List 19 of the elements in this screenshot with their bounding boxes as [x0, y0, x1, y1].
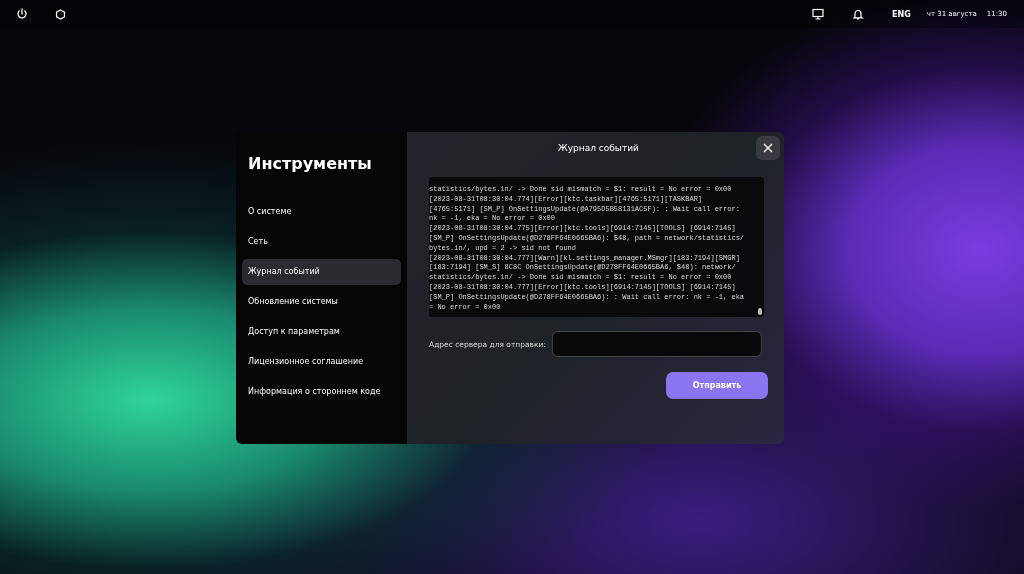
monitor-icon[interactable]: [812, 8, 825, 20]
power-icon[interactable]: [16, 8, 28, 20]
sidebar-item[interactable]: Журнал событий: [242, 259, 401, 285]
sidebar-item[interactable]: Сеть: [242, 229, 401, 255]
sidebar-item[interactable]: Доступ к параметрам: [242, 319, 401, 345]
sidebar-item[interactable]: Обновление системы: [242, 289, 401, 315]
server-address-field[interactable]: [551, 331, 762, 357]
dialog-title: Журнал событий: [557, 143, 640, 155]
send-button[interactable]: Отправить: [666, 372, 768, 399]
language-indicator[interactable]: ENG: [892, 9, 911, 19]
sidebar-item[interactable]: Информация о стороннем коде: [242, 379, 401, 405]
scrollbar-thumb[interactable]: [758, 308, 762, 315]
bell-icon[interactable]: [852, 8, 865, 20]
hexagon-icon[interactable]: [55, 8, 66, 20]
close-button[interactable]: [756, 136, 780, 160]
sidebar-item[interactable]: О системе: [242, 199, 401, 225]
close-icon[interactable]: [763, 143, 773, 153]
sidebar-title: Инструменты: [248, 154, 373, 173]
sidebar-item[interactable]: Лицензионное соглашение: [242, 349, 401, 375]
